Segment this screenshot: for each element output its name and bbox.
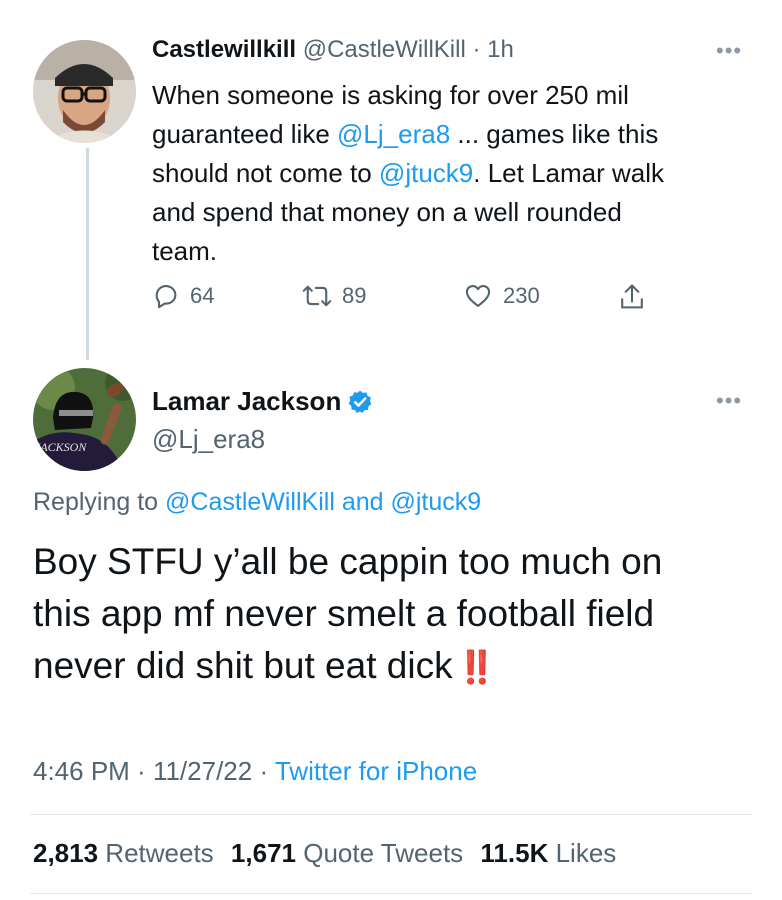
avatar-image [33,40,136,143]
tweet-date[interactable]: 11/27/22 [153,756,252,786]
tweet-text-line: Boy STFU y’all be cappin too much on [33,541,663,582]
tweet-text-segment: should not come to [152,158,379,188]
quote-tweets-stat[interactable]: 1,671 Quote Tweets [231,838,463,868]
tweet-text-line: never did shit but eat dick ‼️ [33,640,773,693]
tweet-text-line: this app mf never smelt a football field [33,593,655,634]
retweets-count: 2,813 [33,838,99,868]
reply-action[interactable]: 64 [152,282,214,310]
double-exclamation-emoji: ‼️ [456,648,497,686]
tweet-text-segment: and spend that money on a well rounded [152,197,622,227]
mention-link[interactable]: @jtuck9 [379,158,473,188]
retweet-icon [302,285,332,307]
like-action[interactable]: 230 [463,282,540,310]
replying-prefix: Replying to [33,488,166,516]
replying-to: Replying to @CastleWillKill and @jtuck9 [33,488,481,517]
quote-tweets-count: 1,671 [230,838,296,868]
timestamp-separator: · [252,756,275,786]
quoted-tweet-text: When someone is asking for over 250 mil g… [152,76,762,271]
jersey-text: JACKSON [35,440,87,454]
retweet-count: 89 [342,283,367,308]
main-name-row: Lamar Jackson [152,386,373,417]
tweet-timestamp-row: 4:46 PM · 11/27/22 · Twitter for iPhone [33,756,477,787]
thread-line [86,148,89,360]
tweet-text-line: team. [152,232,762,271]
quoted-handle[interactable]: @CastleWillKill [303,36,466,63]
mention-link[interactable]: @Lj_era8 [337,119,450,149]
replying-user-link[interactable]: @CastleWillKill [165,488,335,516]
main-tweet-text: Boy STFU y’all be cappin too much on thi… [33,536,773,693]
tweet-source-link[interactable]: Twitter for iPhone [275,756,477,786]
tweet-text-segment: team. [152,236,218,266]
likes-label: Likes [548,838,617,868]
likes-stat[interactable]: 11.5K Likes [480,838,616,868]
timestamp-separator: · [129,756,153,786]
tweet-text-line: should not come to @jtuck9. Let Lamar wa… [152,154,762,193]
quoted-header: Castlewillkill @CastleWillKill · 1h [152,36,514,64]
replying-user-link[interactable]: @jtuck9 [390,488,481,516]
retweet-action[interactable]: 89 [302,282,366,310]
replying-and[interactable]: and [335,488,391,516]
share-icon [621,284,643,309]
main-display-name[interactable]: Lamar Jackson [152,386,341,417]
avatar-castlewillkill[interactable] [33,40,136,143]
quoted-display-name[interactable]: Castlewillkill [152,36,296,63]
main-handle[interactable]: @Lj_era8 [152,424,265,455]
tweet-text-line: guaranteed like @Lj_era8 ... games like … [152,115,762,154]
tweet-stats-row: 2,813 Retweets 1,671 Quote Tweets 11.5K … [33,838,616,869]
divider [30,893,752,894]
tweet-text-line: When someone is asking for over 250 mil [152,76,762,115]
retweets-stat[interactable]: 2,813 Retweets [33,838,214,868]
divider [30,814,752,815]
tweet-text-segment: When someone is asking for over 250 mil [152,80,629,110]
quoted-time[interactable]: 1h [487,36,514,63]
likes-count: 11.5K [480,838,549,868]
avatar-lamar-jackson[interactable]: JACKSON [33,368,136,471]
quoted-separator: · [472,36,481,63]
share-action[interactable] [618,282,646,312]
reply-icon [155,285,177,309]
heart-icon [465,285,491,307]
retweets-label: Retweets [98,838,214,868]
main-more-icon[interactable]: ••• [716,388,742,414]
tweet-text-segment: never did shit but eat dick [33,645,453,686]
verified-badge-icon [348,390,372,413]
tweet-time[interactable]: 4:46 PM [33,756,130,786]
reply-count: 64 [190,283,215,308]
quoted-more-icon[interactable]: ••• [716,38,742,64]
avatar-image: JACKSON [33,368,136,471]
tweet-text-segment: guaranteed like [152,119,338,149]
tweet-text-segment: ... games like this [450,119,659,149]
quote-tweets-label: Quote Tweets [296,838,464,868]
tweet-text-segment: . Let Lamar walk [473,158,664,188]
tweet-text-line: and spend that money on a well rounded [152,193,762,232]
like-count: 230 [503,283,540,308]
